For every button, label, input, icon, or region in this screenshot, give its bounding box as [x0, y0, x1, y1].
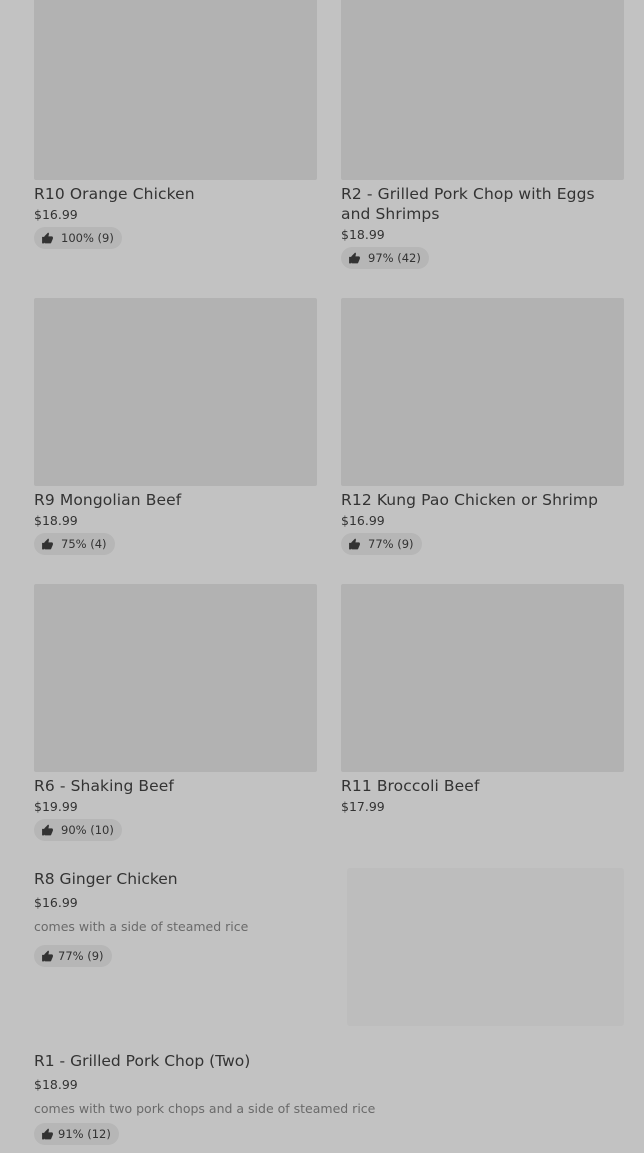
menu-item-card[interactable]: R6 - Shaking Beef $19.99 90% (10) [34, 584, 317, 841]
item-price: $16.99 [341, 513, 385, 528]
item-name: R12 Kung Pao Chicken or Shrimp [341, 491, 599, 509]
rating-badge: 75% (4) [34, 533, 115, 555]
thumbs-up-icon [348, 252, 361, 265]
item-name: R10 Orange Chicken [34, 185, 195, 203]
item-price: $18.99 [341, 227, 385, 242]
item-price: $18.99 [34, 513, 78, 528]
rating-badge: 77% (9) [34, 945, 112, 967]
rating-text: 91% (12) [58, 1127, 111, 1141]
item-image [341, 298, 624, 486]
rating-badge: 97% (42) [341, 247, 429, 269]
rating-badge: 90% (10) [34, 819, 122, 841]
item-name: R6 - Shaking Beef [34, 777, 174, 795]
rating-text: 77% (9) [368, 537, 414, 551]
item-price: $19.99 [34, 799, 78, 814]
menu-item-card[interactable]: R10 Orange Chicken $16.99 100% (9) [34, 0, 317, 249]
menu-item-card[interactable]: R12 Kung Pao Chicken or Shrimp $16.99 77… [341, 298, 624, 555]
rating-text: 75% (4) [61, 537, 107, 551]
item-image [34, 0, 317, 180]
thumbs-up-icon [41, 538, 54, 551]
item-image [341, 584, 624, 772]
thumbs-up-icon [348, 538, 361, 551]
thumbs-up-icon [41, 950, 54, 963]
item-image [34, 298, 317, 486]
item-image [34, 584, 317, 772]
thumbs-up-icon [41, 824, 54, 837]
rating-text: 97% (42) [368, 251, 421, 265]
rating-badge: 77% (9) [341, 533, 422, 555]
rating-text: 90% (10) [61, 823, 114, 837]
item-price: $18.99 [34, 1077, 78, 1092]
menu-item-card[interactable]: R9 Mongolian Beef $18.99 75% (4) [34, 298, 317, 555]
item-name: R2 - Grilled Pork Chop with Eggs and Shr… [341, 185, 595, 223]
item-name: R9 Mongolian Beef [34, 491, 182, 509]
menu-item-card[interactable]: R2 - Grilled Pork Chop with Eggs and Shr… [341, 0, 624, 269]
item-description: comes with two pork chops and a side of … [34, 1101, 376, 1116]
rating-text: 77% (9) [58, 949, 104, 963]
item-name: R1 - Grilled Pork Chop (Two) [34, 1052, 251, 1070]
item-image [341, 0, 624, 180]
thumbs-up-icon [41, 1128, 54, 1141]
menu-item-card[interactable]: R11 Broccoli Beef $17.99 [341, 584, 624, 815]
item-name: R11 Broccoli Beef [341, 777, 480, 795]
item-price: $17.99 [341, 799, 385, 814]
rating-text: 100% (9) [61, 231, 114, 245]
rating-badge: 100% (9) [34, 227, 122, 249]
item-price: $16.99 [34, 207, 78, 222]
rating-badge: 91% (12) [34, 1123, 119, 1145]
item-image[interactable] [347, 868, 624, 1026]
thumbs-up-icon [41, 232, 54, 245]
menu-item-row[interactable]: R1 - Grilled Pork Chop (Two) $18.99 come… [34, 1051, 624, 1145]
